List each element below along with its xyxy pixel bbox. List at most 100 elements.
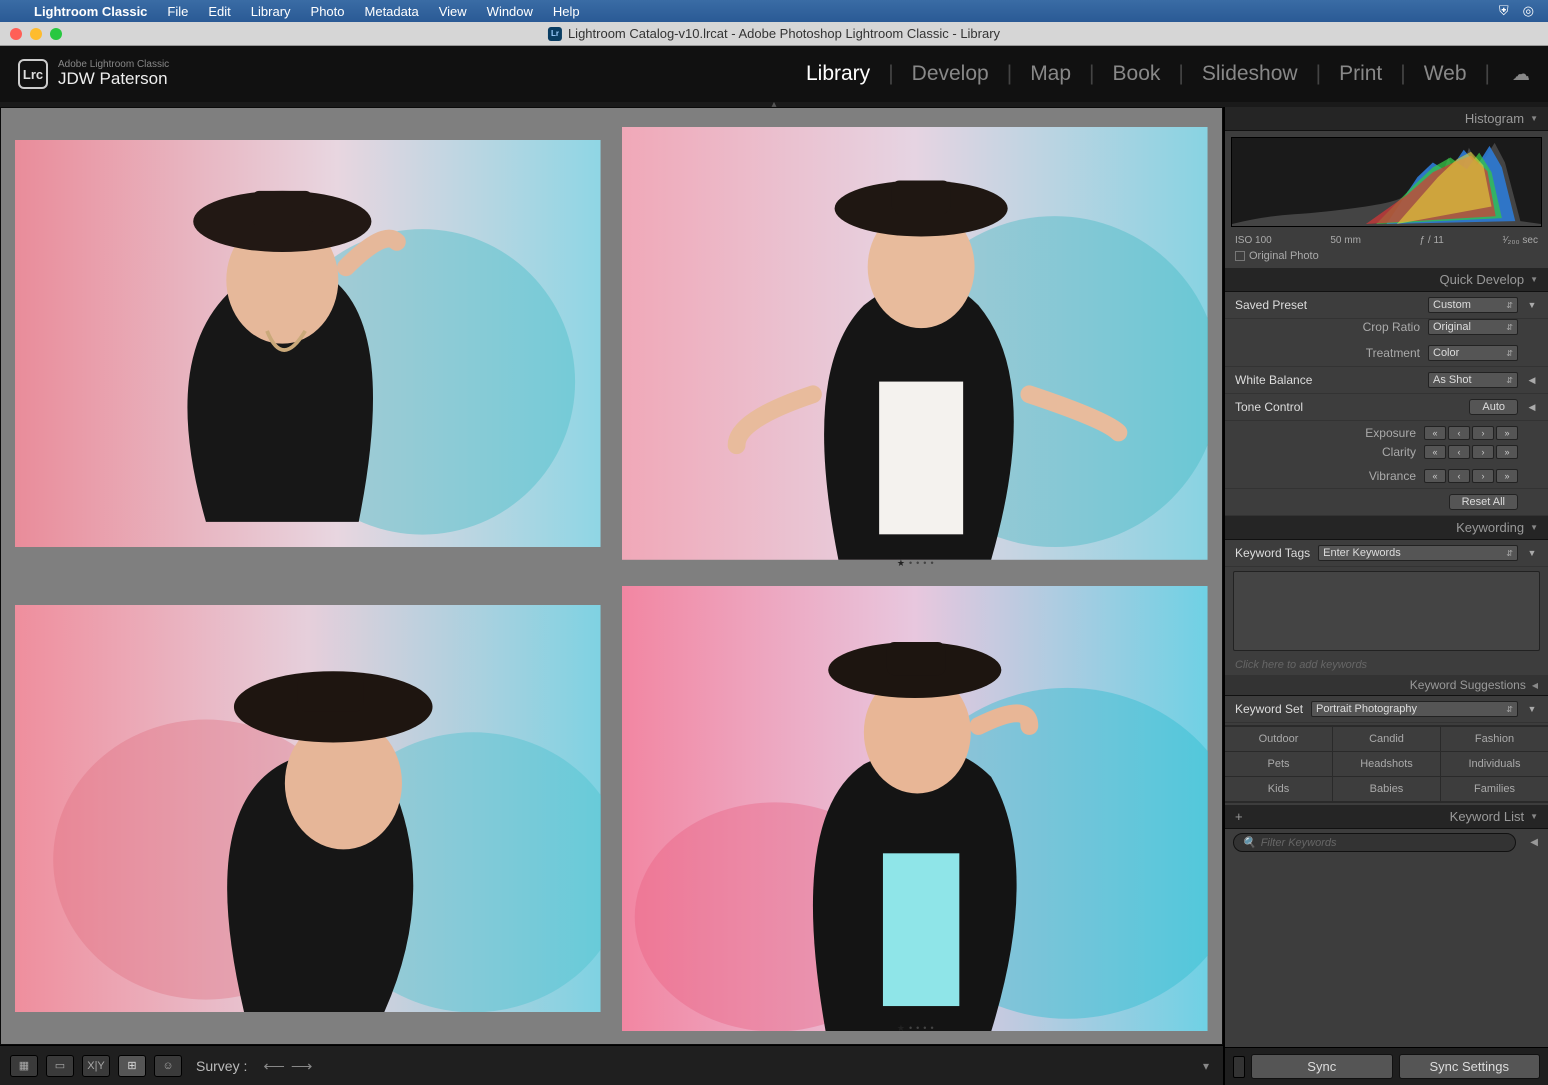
kw-preset-fashion[interactable]: Fashion	[1441, 727, 1548, 751]
shield-icon[interactable]: ⛨	[1499, 3, 1509, 19]
add-keyword-button[interactable]: +	[1235, 809, 1243, 824]
menu-app[interactable]: Lightroom Classic	[34, 4, 147, 19]
keyword-list-header[interactable]: + Keyword List▼	[1225, 805, 1548, 829]
right-panel: Histogram▼ ISO 100 50 mm ƒ / 11 ¹⁄₂₀₀ se…	[1223, 107, 1548, 1085]
survey-thumb-2[interactable]: ★••••	[617, 116, 1215, 571]
identity-plate[interactable]: Lrc Adobe Lightroom Classic JDW Paterson	[18, 59, 169, 89]
grid-view-button[interactable]: ▦	[10, 1055, 38, 1077]
keyword-set-select[interactable]: Portrait Photography⇵	[1311, 701, 1518, 717]
kw-preset-headshots[interactable]: Headshots	[1333, 752, 1440, 776]
loupe-view-button[interactable]: ▭	[46, 1055, 74, 1077]
histogram-metadata: ISO 100 50 mm ƒ / 11 ¹⁄₂₀₀ sec	[1225, 233, 1548, 248]
menu-view[interactable]: View	[439, 4, 467, 19]
menu-library[interactable]: Library	[251, 4, 291, 19]
keywording-header[interactable]: Keywording▼	[1225, 516, 1548, 540]
keyword-filter-input[interactable]: 🔍 Filter Keywords	[1233, 833, 1516, 852]
next-photo-button[interactable]: ⟶	[291, 1057, 313, 1075]
keyword-suggestions-header[interactable]: Keyword Suggestions◀	[1225, 675, 1548, 696]
kw-preset-pets[interactable]: Pets	[1225, 752, 1332, 776]
keyword-list-collapse[interactable]: ◀	[1530, 837, 1538, 848]
keyword-set-expand[interactable]: ▼	[1526, 704, 1538, 714]
saved-preset-select[interactable]: Custom⇵	[1428, 297, 1518, 313]
tone-label: Tone Control	[1235, 400, 1303, 414]
kw-preset-families[interactable]: Families	[1441, 777, 1548, 801]
survey-thumb-4[interactable]: ★••••	[617, 581, 1215, 1036]
search-icon: 🔍	[1242, 836, 1256, 849]
siri-icon[interactable]: ◎	[1523, 3, 1534, 19]
kw-preset-candid[interactable]: Candid	[1333, 727, 1440, 751]
prev-photo-button[interactable]: ⟵	[263, 1057, 285, 1075]
treatment-select[interactable]: Color⇵	[1428, 345, 1518, 361]
clarity-big-up[interactable]: »	[1496, 445, 1518, 459]
survey-view: ★••••	[0, 107, 1223, 1045]
kw-preset-babies[interactable]: Babies	[1333, 777, 1440, 801]
keyword-tags-expand[interactable]: ▼	[1526, 548, 1538, 558]
vibrance-big-down[interactable]: «	[1424, 469, 1446, 483]
keywords-textarea[interactable]	[1233, 571, 1540, 651]
menu-photo[interactable]: Photo	[311, 4, 345, 19]
exposure-label: Exposure	[1235, 426, 1416, 440]
keyword-set-grid: Outdoor Candid Fashion Pets Headshots In…	[1225, 725, 1548, 803]
keywords-hint[interactable]: Click here to add keywords	[1225, 655, 1548, 675]
people-view-button[interactable]: ☺	[154, 1055, 182, 1077]
zoom-button[interactable]	[50, 28, 62, 40]
wb-expand[interactable]: ◀	[1526, 375, 1538, 386]
saved-preset-expand[interactable]: ▼	[1526, 300, 1538, 310]
keyword-tags-mode-select[interactable]: Enter Keywords⇵	[1318, 545, 1518, 561]
clarity-big-down[interactable]: «	[1424, 445, 1446, 459]
cloud-sync-icon[interactable]: ☁	[1512, 64, 1530, 85]
app-header: Lrc Adobe Lightroom Classic JDW Paterson…	[0, 46, 1548, 102]
menu-window[interactable]: Window	[487, 4, 533, 19]
sync-settings-button[interactable]: Sync Settings	[1399, 1054, 1541, 1079]
menu-edit[interactable]: Edit	[208, 4, 230, 19]
module-book[interactable]: Book	[1113, 62, 1161, 86]
module-library[interactable]: Library	[806, 62, 870, 86]
wb-select[interactable]: As Shot⇵	[1428, 372, 1518, 388]
histo-focal: 50 mm	[1330, 235, 1361, 246]
sync-toggle-switch[interactable]	[1233, 1056, 1245, 1078]
vibrance-down[interactable]: ‹	[1448, 469, 1470, 483]
survey-thumb-3[interactable]	[9, 581, 607, 1036]
quick-develop-header[interactable]: Quick Develop▼	[1225, 268, 1548, 292]
histo-aperture: ƒ / 11	[1420, 235, 1444, 246]
vibrance-label: Vibrance	[1235, 469, 1416, 483]
module-slideshow[interactable]: Slideshow	[1202, 62, 1298, 86]
histogram-panel-header[interactable]: Histogram▼	[1225, 107, 1548, 131]
exposure-big-down[interactable]: «	[1424, 426, 1446, 440]
histogram[interactable]	[1231, 137, 1542, 227]
original-photo-checkbox[interactable]	[1235, 251, 1245, 261]
kw-preset-individuals[interactable]: Individuals	[1441, 752, 1548, 776]
tone-expand[interactable]: ◀	[1526, 402, 1538, 413]
clarity-up[interactable]: ›	[1472, 445, 1494, 459]
kw-preset-outdoor[interactable]: Outdoor	[1225, 727, 1332, 751]
survey-thumb-1[interactable]	[9, 116, 607, 571]
menu-help[interactable]: Help	[553, 4, 580, 19]
treatment-label: Treatment	[1235, 346, 1420, 360]
reset-all-button[interactable]: Reset All	[1449, 494, 1518, 510]
crop-ratio-label: Crop Ratio	[1235, 320, 1420, 334]
menu-file[interactable]: File	[167, 4, 188, 19]
minimize-button[interactable]	[30, 28, 42, 40]
vibrance-big-up[interactable]: »	[1496, 469, 1518, 483]
survey-view-button[interactable]: ⊞	[118, 1055, 146, 1077]
toolbar-options-dropdown[interactable]: ▾	[1203, 1059, 1209, 1073]
exposure-up[interactable]: ›	[1472, 426, 1494, 440]
module-web[interactable]: Web	[1424, 62, 1467, 86]
histo-shutter: ¹⁄₂₀₀ sec	[1502, 235, 1538, 246]
module-map[interactable]: Map	[1030, 62, 1071, 86]
sync-button[interactable]: Sync	[1251, 1054, 1393, 1079]
module-print[interactable]: Print	[1339, 62, 1382, 86]
histo-iso: ISO 100	[1235, 235, 1272, 246]
module-develop[interactable]: Develop	[912, 62, 989, 86]
kw-preset-kids[interactable]: Kids	[1225, 777, 1332, 801]
exposure-down[interactable]: ‹	[1448, 426, 1470, 440]
exposure-big-up[interactable]: »	[1496, 426, 1518, 440]
tone-auto-button[interactable]: Auto	[1469, 399, 1518, 415]
compare-view-button[interactable]: X|Y	[82, 1055, 110, 1077]
crop-ratio-select[interactable]: Original⇵	[1428, 319, 1518, 335]
library-toolbar: ▦ ▭ X|Y ⊞ ☺ Survey : ⟵ ⟶ ▾	[0, 1045, 1223, 1085]
vibrance-up[interactable]: ›	[1472, 469, 1494, 483]
close-button[interactable]	[10, 28, 22, 40]
menu-metadata[interactable]: Metadata	[365, 4, 419, 19]
clarity-down[interactable]: ‹	[1448, 445, 1470, 459]
